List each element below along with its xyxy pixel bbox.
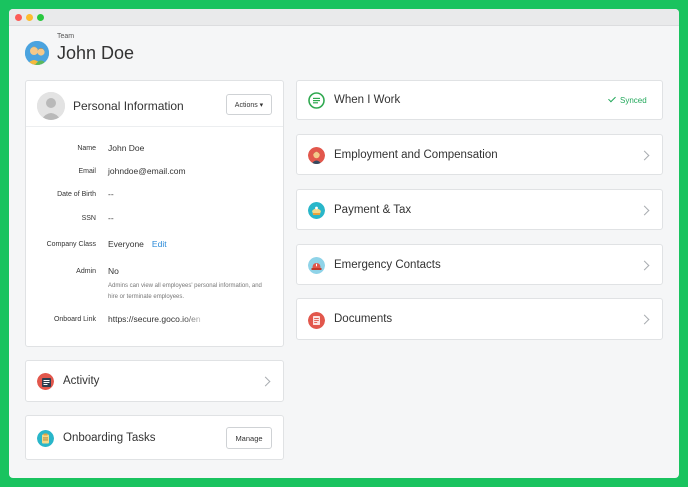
- activity-card[interactable]: Activity: [25, 360, 284, 402]
- field-label-date-of-birth: Date of Birth: [57, 191, 96, 198]
- page-title: John Doe: [57, 43, 135, 63]
- admin-description: Admins can view all employees' personal …: [108, 283, 262, 300]
- emergency-contacts-card[interactable]: Emergency Contacts: [296, 244, 663, 285]
- employment-icon: [308, 147, 325, 164]
- field-value-ssn: --: [108, 213, 114, 223]
- breadcrumb-team[interactable]: Team: [57, 33, 74, 40]
- team-avatar-icon: [25, 41, 49, 65]
- company-class-value: Everyone: [108, 239, 144, 249]
- when-i-work-title: When I Work: [334, 94, 401, 106]
- minimize-window-button[interactable]: [26, 14, 33, 21]
- field-value-admin: No: [108, 266, 119, 276]
- field-label-ssn: SSN: [81, 215, 96, 222]
- when-i-work-card[interactable]: When I Work Synced: [296, 80, 663, 120]
- chevron-right-icon: [639, 150, 650, 161]
- user-avatar-icon: [37, 92, 65, 120]
- title-bar: [9, 9, 679, 26]
- divider: [26, 126, 283, 127]
- payment-tax-title: Payment & Tax: [334, 204, 412, 216]
- onboarding-tasks-icon: [37, 430, 54, 447]
- documents-title: Documents: [334, 313, 393, 325]
- check-icon: [608, 94, 616, 103]
- manage-button[interactable]: Manage: [226, 427, 272, 449]
- emergency-icon: [308, 257, 325, 274]
- activity-title: Activity: [63, 375, 100, 387]
- field-label-company-class: Company Class: [46, 241, 96, 248]
- field-value-email: johndoe@email.com: [108, 166, 186, 176]
- field-value-name: John Doe: [108, 143, 145, 153]
- chevron-right-icon: [260, 376, 271, 387]
- field-value-onboard-link[interactable]: https://secure.goco.io/en: [108, 314, 208, 324]
- field-value-company-class: Everyone Edit: [108, 239, 167, 249]
- field-label-onboard-link: Onboard Link: [53, 316, 96, 323]
- field-label-email: Email: [78, 168, 96, 175]
- synced-status: Synced: [608, 94, 647, 105]
- personal-information-card: Personal Information Actions ▾ Name John…: [25, 80, 284, 347]
- chevron-right-icon: [639, 314, 650, 325]
- documents-icon: [308, 312, 325, 329]
- app-window: Team John Doe Personal Information Actio…: [9, 9, 679, 478]
- emergency-contacts-title: Emergency Contacts: [334, 259, 441, 271]
- actions-dropdown-button[interactable]: Actions ▾: [226, 94, 272, 115]
- field-label-name: Name: [77, 145, 96, 152]
- close-window-button[interactable]: [15, 14, 22, 21]
- maximize-window-button[interactable]: [37, 14, 44, 21]
- edit-company-class-link[interactable]: Edit: [152, 239, 167, 249]
- personal-information-title: Personal Information: [73, 99, 184, 113]
- employment-compensation-card[interactable]: Employment and Compensation: [296, 134, 663, 175]
- synced-label: Synced: [620, 96, 647, 105]
- activity-icon: [37, 373, 54, 390]
- onboarding-tasks-title: Onboarding Tasks: [63, 432, 156, 444]
- field-value-date-of-birth: --: [108, 189, 114, 199]
- payment-tax-card[interactable]: Payment & Tax: [296, 189, 663, 230]
- field-label-admin: Admin: [76, 268, 96, 275]
- onboarding-tasks-card: Onboarding Tasks Manage: [25, 415, 284, 460]
- chevron-right-icon: [639, 260, 650, 271]
- employment-compensation-title: Employment and Compensation: [334, 149, 498, 161]
- chevron-right-icon: [639, 205, 650, 216]
- when-i-work-icon: [308, 92, 325, 109]
- documents-card[interactable]: Documents: [296, 298, 663, 340]
- payment-icon: [308, 202, 325, 219]
